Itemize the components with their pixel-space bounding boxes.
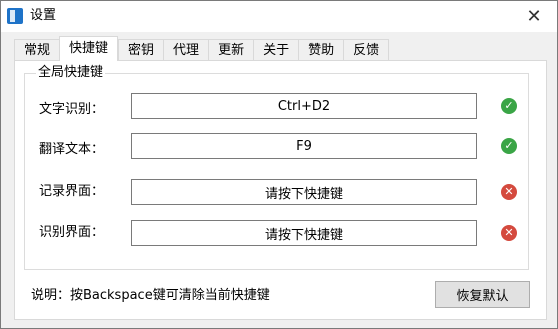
record-ui-hotkey-label: 记录界面： <box>39 184 105 199</box>
reset-default-button[interactable]: 恢复默认 <box>435 281 530 308</box>
tab-strip: 常规 快捷键 密钥 代理 更新 关于 赞助 反馈 <box>14 36 390 61</box>
tab-keys[interactable]: 密钥 <box>118 39 164 61</box>
window-title: 设置 <box>30 8 57 23</box>
tab-feedback[interactable]: 反馈 <box>343 39 390 61</box>
ocr-hotkey-label: 文字识别： <box>39 102 105 117</box>
tab-general[interactable]: 常规 <box>14 39 60 61</box>
recognize-ui-hotkey-field[interactable]: 请按下快捷键 <box>131 220 477 246</box>
global-hotkeys-group: 全局快捷键 文字识别： Ctrl+D2 ✓ 翻译文本： F9 ✓ 记录界面： 请… <box>24 65 529 270</box>
error-icon: ✕ <box>501 184 517 200</box>
translate-hotkey-label: 翻译文本： <box>39 142 105 157</box>
tab-about[interactable]: 关于 <box>253 39 299 61</box>
ocr-hotkey-field[interactable]: Ctrl+D2 <box>131 93 477 119</box>
app-icon <box>7 8 23 24</box>
hint-text: 说明：按Backspace键可清除当前快捷键 <box>31 288 270 303</box>
title-bar: 设置 ✕ <box>1 1 557 32</box>
record-ui-hotkey-field[interactable]: 请按下快捷键 <box>131 179 477 205</box>
check-icon: ✓ <box>501 138 517 154</box>
tab-hotkeys[interactable]: 快捷键 <box>59 36 119 61</box>
group-title: 全局快捷键 <box>36 65 106 81</box>
error-icon: ✕ <box>501 225 517 241</box>
check-icon: ✓ <box>501 98 517 114</box>
tab-sponsor[interactable]: 赞助 <box>298 39 344 61</box>
close-icon[interactable]: ✕ <box>511 1 557 32</box>
hotkeys-tab-panel: 全局快捷键 文字识别： Ctrl+D2 ✓ 翻译文本： F9 ✓ 记录界面： 请… <box>14 60 547 320</box>
settings-window: 设置 ✕ 常规 快捷键 密钥 代理 更新 关于 赞助 反馈 全局快捷键 文字识别… <box>0 0 558 329</box>
tab-proxy[interactable]: 代理 <box>163 39 209 61</box>
translate-hotkey-field[interactable]: F9 <box>131 133 477 159</box>
recognize-ui-hotkey-label: 识别界面： <box>39 225 105 240</box>
tab-update[interactable]: 更新 <box>208 39 254 61</box>
